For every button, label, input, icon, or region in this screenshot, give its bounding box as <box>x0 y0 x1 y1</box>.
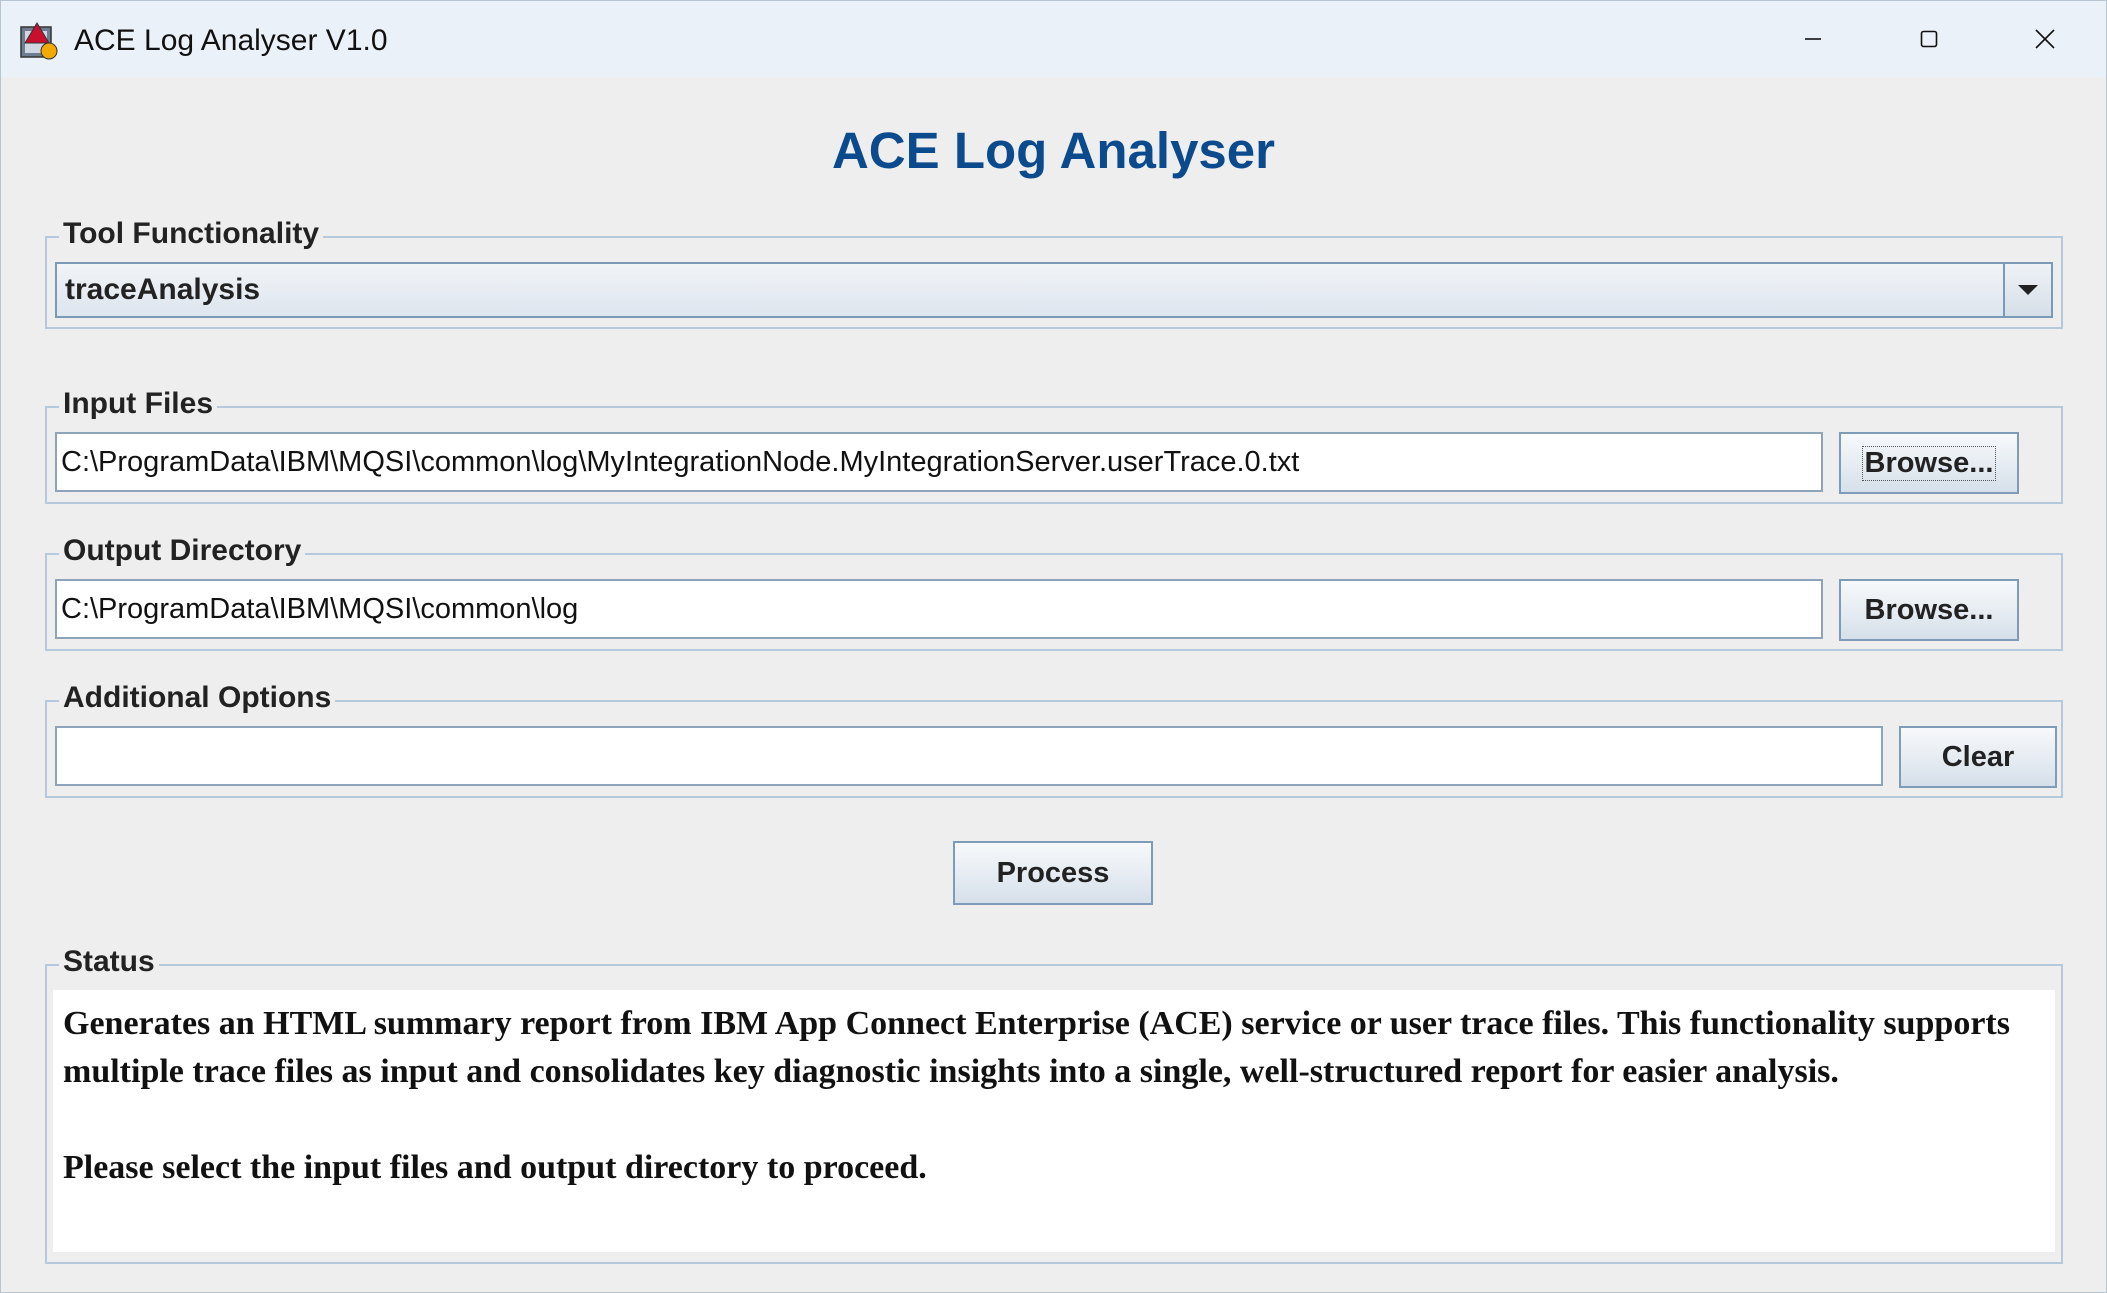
maximize-button[interactable] <box>1871 1 1987 77</box>
input-files-label: Input Files <box>59 384 217 424</box>
maximize-icon <box>1920 30 1938 48</box>
process-button[interactable]: Process <box>953 841 1153 905</box>
clear-button[interactable]: Clear <box>1899 726 2057 788</box>
close-icon <box>2035 29 2055 49</box>
additional-options-field[interactable] <box>55 726 1883 786</box>
status-description: Generates an HTML summary report from IB… <box>63 1005 2010 1090</box>
input-files-field[interactable] <box>55 432 1823 492</box>
additional-options-group: Additional Options Clear <box>45 678 2063 798</box>
tool-functionality-select[interactable]: traceAnalysis <box>55 262 2053 318</box>
output-directory-group: Output Directory Browse... <box>45 531 2063 651</box>
input-files-browse-button[interactable]: Browse... <box>1839 432 2019 494</box>
title-bar[interactable]: ACE Log Analyser V1.0 <box>1 1 2106 77</box>
process-button-label: Process <box>996 856 1110 889</box>
tool-functionality-label: Tool Functionality <box>59 214 324 254</box>
output-directory-browse-label: Browse... <box>1864 593 1994 626</box>
window-title: ACE Log Analyser V1.0 <box>74 24 388 57</box>
tool-functionality-selected: traceAnalysis <box>65 273 261 306</box>
tool-functionality-group: Tool Functionality traceAnalysis <box>45 214 2063 329</box>
status-instruction: Please select the input files and output… <box>63 1149 927 1186</box>
additional-options-label: Additional Options <box>59 678 336 718</box>
dropdown-arrow-icon[interactable] <box>2003 264 2051 316</box>
output-directory-browse-button[interactable]: Browse... <box>1839 579 2019 641</box>
clear-button-label: Clear <box>1941 740 2015 773</box>
status-text-area[interactable]: Generates an HTML summary report from IB… <box>53 990 2055 1252</box>
status-group: Status Generates an HTML summary report … <box>45 942 2063 1264</box>
output-directory-label: Output Directory <box>59 531 306 571</box>
minimize-icon <box>1805 38 1821 40</box>
status-label: Status <box>59 942 159 982</box>
input-files-browse-label: Browse... <box>1861 445 1997 481</box>
app-heading: ACE Log Analyser <box>831 122 1276 179</box>
minimize-button[interactable] <box>1755 1 1871 77</box>
input-files-group: Input Files Browse... <box>45 384 2063 504</box>
output-directory-field[interactable] <box>55 579 1823 639</box>
app-window: ACE Log Analyser V1.0 ACE Log Analyser T… <box>0 0 2107 1293</box>
java-app-icon <box>19 21 59 61</box>
close-button[interactable] <box>1987 1 2103 77</box>
